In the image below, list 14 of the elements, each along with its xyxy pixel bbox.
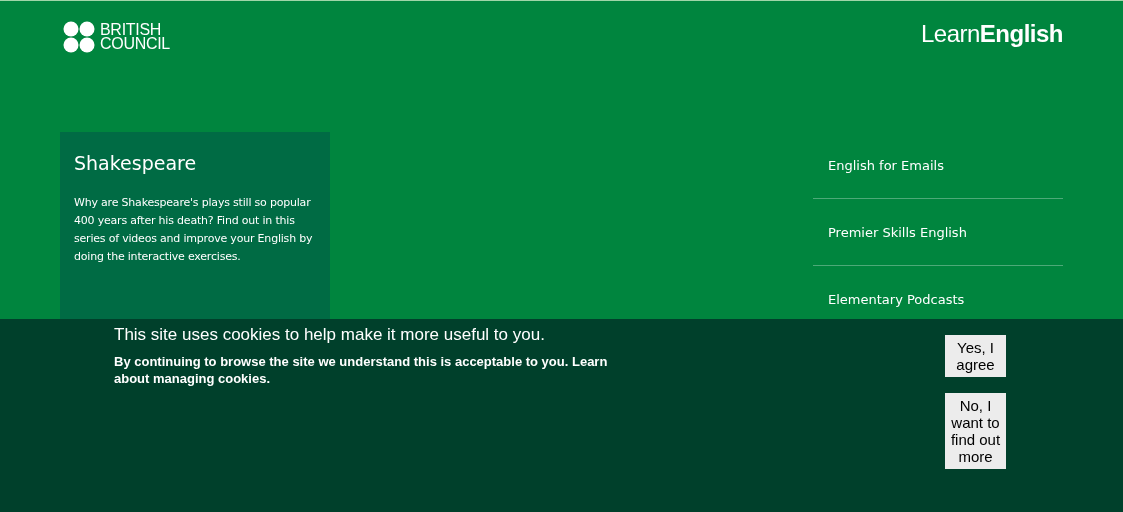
cookie-heading: This site uses cookies to help make it more useful to you. xyxy=(114,325,546,345)
side-link[interactable]: Elementary Podcasts xyxy=(813,266,1063,319)
card-title: Shakespeare xyxy=(74,152,198,174)
side-link[interactable]: Premier Skills English xyxy=(813,199,1063,266)
logo-text: BRITISH xyxy=(100,23,162,37)
cookie-message: By continuing to browse the site we understand this is acceptable to you. Learn about managing cookies. xyxy=(114,353,609,387)
agree-button[interactable]: Yes, I agree xyxy=(945,335,1006,377)
logo-dots-icon xyxy=(63,21,95,53)
logo-text: COUNCIL xyxy=(100,37,170,51)
find-out-more-button[interactable]: No, I want to find out more xyxy=(945,393,1006,469)
feature-card[interactable]: Shakespeare Why are Shakespeare's plays still so popular 400 years after his death? Find out in this series of videos and improve your English by doing the interactive exercises. xyxy=(60,132,330,319)
site-title[interactable]: LearnEnglish xyxy=(920,20,1063,48)
side-link[interactable]: English for Emails xyxy=(813,132,1063,199)
card-description: Why are Shakespeare's plays still so popular 400 years after his death? Find out in this series of videos and improve your English by doing the interactive exercises. xyxy=(74,195,314,265)
